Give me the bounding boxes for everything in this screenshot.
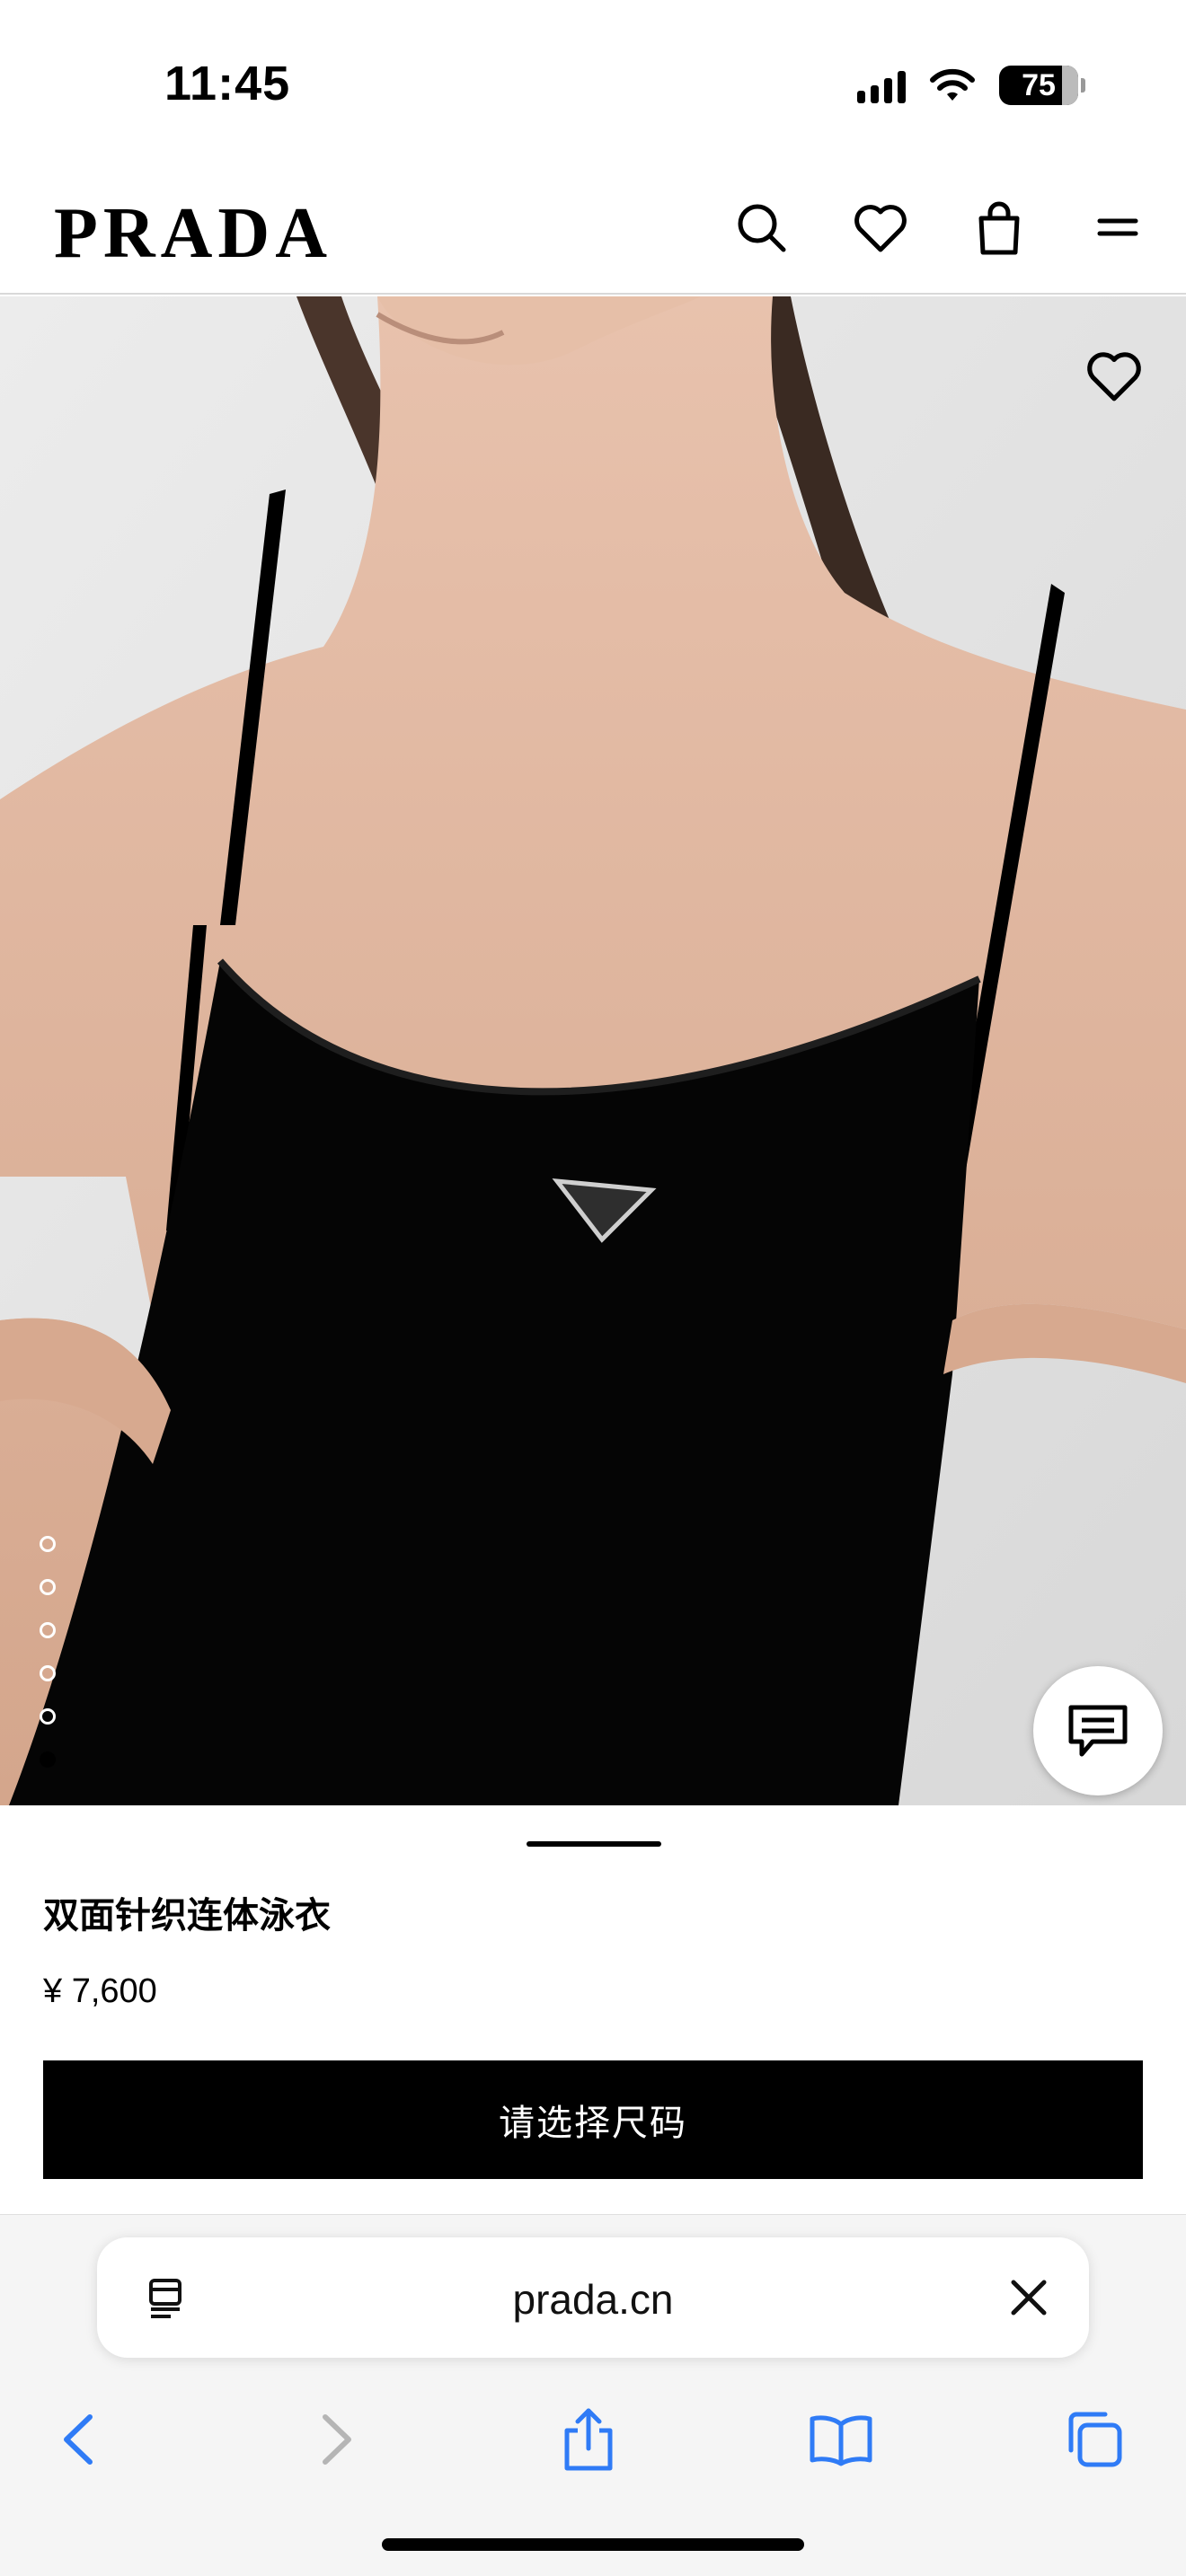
tabs-icon[interactable]	[1049, 2395, 1139, 2484]
sheet-handle[interactable]	[527, 1841, 661, 1847]
prada-logo[interactable]: PRADA	[54, 198, 332, 269]
gallery-dots[interactable]	[40, 1536, 56, 1768]
heart-icon[interactable]	[848, 196, 913, 260]
page: 11:45 75 PRADA 双面针织连体泳衣 ¥ 7,600 请选择尺码 pr…	[0, 0, 1186, 2576]
status-bar: 11:45 75	[0, 0, 1186, 171]
forward-icon[interactable]	[293, 2395, 383, 2484]
product-price: ¥ 7,600	[43, 1972, 157, 2010]
search-icon[interactable]	[730, 196, 794, 260]
product-photo	[0, 296, 1186, 1805]
back-icon[interactable]	[32, 2395, 122, 2484]
cellular-signal-icon	[857, 67, 906, 103]
battery-icon: 75	[999, 66, 1085, 105]
menu-icon[interactable]	[1085, 196, 1150, 260]
add-to-wishlist-icon[interactable]	[1085, 350, 1150, 415]
share-icon[interactable]	[544, 2395, 633, 2484]
gallery-dot[interactable]	[40, 1536, 56, 1552]
product-image[interactable]	[0, 296, 1186, 1805]
gallery-dot[interactable]	[40, 1665, 56, 1681]
battery-level: 75	[1022, 67, 1056, 102]
gallery-dot[interactable]	[40, 1751, 56, 1768]
bookmarks-icon[interactable]	[796, 2395, 886, 2484]
status-time: 11:45	[164, 57, 291, 110]
url-text[interactable]: prada.cn	[97, 2275, 1089, 2324]
chat-icon	[1068, 1705, 1128, 1757]
select-size-button[interactable]: 请选择尺码	[43, 2060, 1143, 2179]
home-indicator	[382, 2538, 804, 2551]
gallery-dot[interactable]	[40, 1579, 56, 1595]
gallery-dot[interactable]	[40, 1622, 56, 1638]
site-header: PRADA	[0, 171, 1186, 295]
gallery-dot[interactable]	[40, 1708, 56, 1725]
chat-button[interactable]	[1033, 1666, 1163, 1795]
shopping-bag-icon[interactable]	[967, 196, 1031, 260]
wifi-icon	[930, 68, 975, 101]
address-bar[interactable]: prada.cn	[97, 2237, 1089, 2358]
browser-toolbar	[0, 2395, 1186, 2484]
close-icon[interactable]	[1006, 2275, 1051, 2320]
product-title: 双面针织连体泳衣	[43, 1896, 331, 1936]
browser-chrome: prada.cn	[0, 2214, 1186, 2576]
header-icons	[730, 196, 1150, 260]
status-icons: 75	[857, 63, 1085, 108]
